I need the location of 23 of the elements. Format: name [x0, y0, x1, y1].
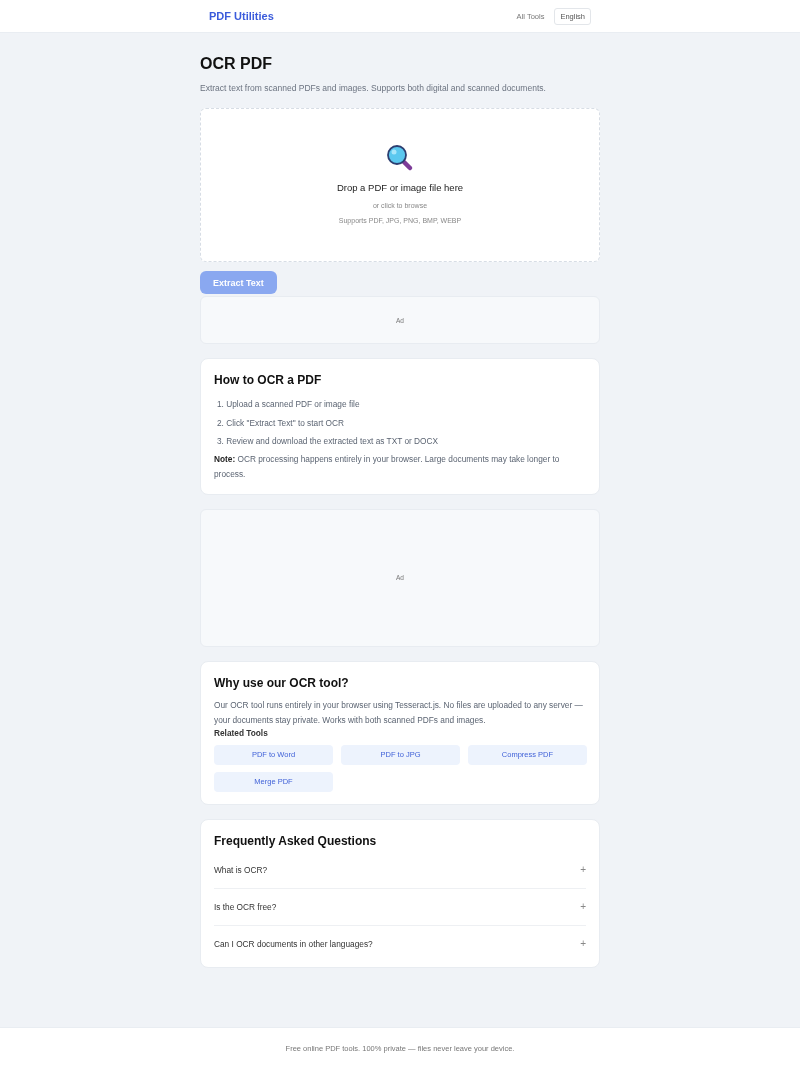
expand-toggle: + — [580, 864, 586, 875]
faq-item[interactable]: Is the OCR free? + — [214, 888, 586, 926]
faq-item[interactable]: Can I OCR documents in other languages? + — [214, 925, 586, 962]
description-text: Our OCR tool runs entirely in your browser using Tesseract.js. No files are uploaded to any server — your documents stay private. Works with both scanned PDFs and images. — [214, 698, 584, 727]
faq-item[interactable]: What is OCR? + — [214, 851, 586, 889]
step-text: 1. Upload a scanned PDF or image file — [217, 398, 361, 411]
related-tools-heading: Related Tools — [214, 727, 269, 738]
card-title: Why use our OCR tool? — [214, 675, 350, 690]
card-title: Frequently Asked Questions — [214, 833, 378, 848]
faq-question: What is OCR? — [214, 864, 268, 875]
note-text: Note: OCR processing happens entirely in your browser. Large documents may take longer to process. — [214, 452, 561, 481]
brand-logo[interactable]: PDF Utilities — [209, 10, 274, 22]
magnifier-icon — [386, 144, 414, 172]
page-title: OCR PDF — [200, 55, 273, 73]
faq-question: Is the OCR free? — [214, 901, 277, 912]
step-text: 3. Review and download the extracted text as TXT or DOCX — [217, 435, 440, 448]
page-subtitle: Extract text from scanned PDFs and images. Supports both digital and scanned documents. — [200, 83, 547, 93]
step-text: 2. Click "Extract Text" to start OCR — [217, 416, 345, 430]
drop-prompt: Drop a PDF or image file here — [336, 182, 464, 193]
faq-question: Can I OCR documents in other languages? — [214, 938, 373, 949]
expand-toggle: + — [580, 938, 586, 949]
card-title: How to OCR a PDF — [214, 373, 323, 387]
expand-toggle: + — [580, 901, 586, 912]
